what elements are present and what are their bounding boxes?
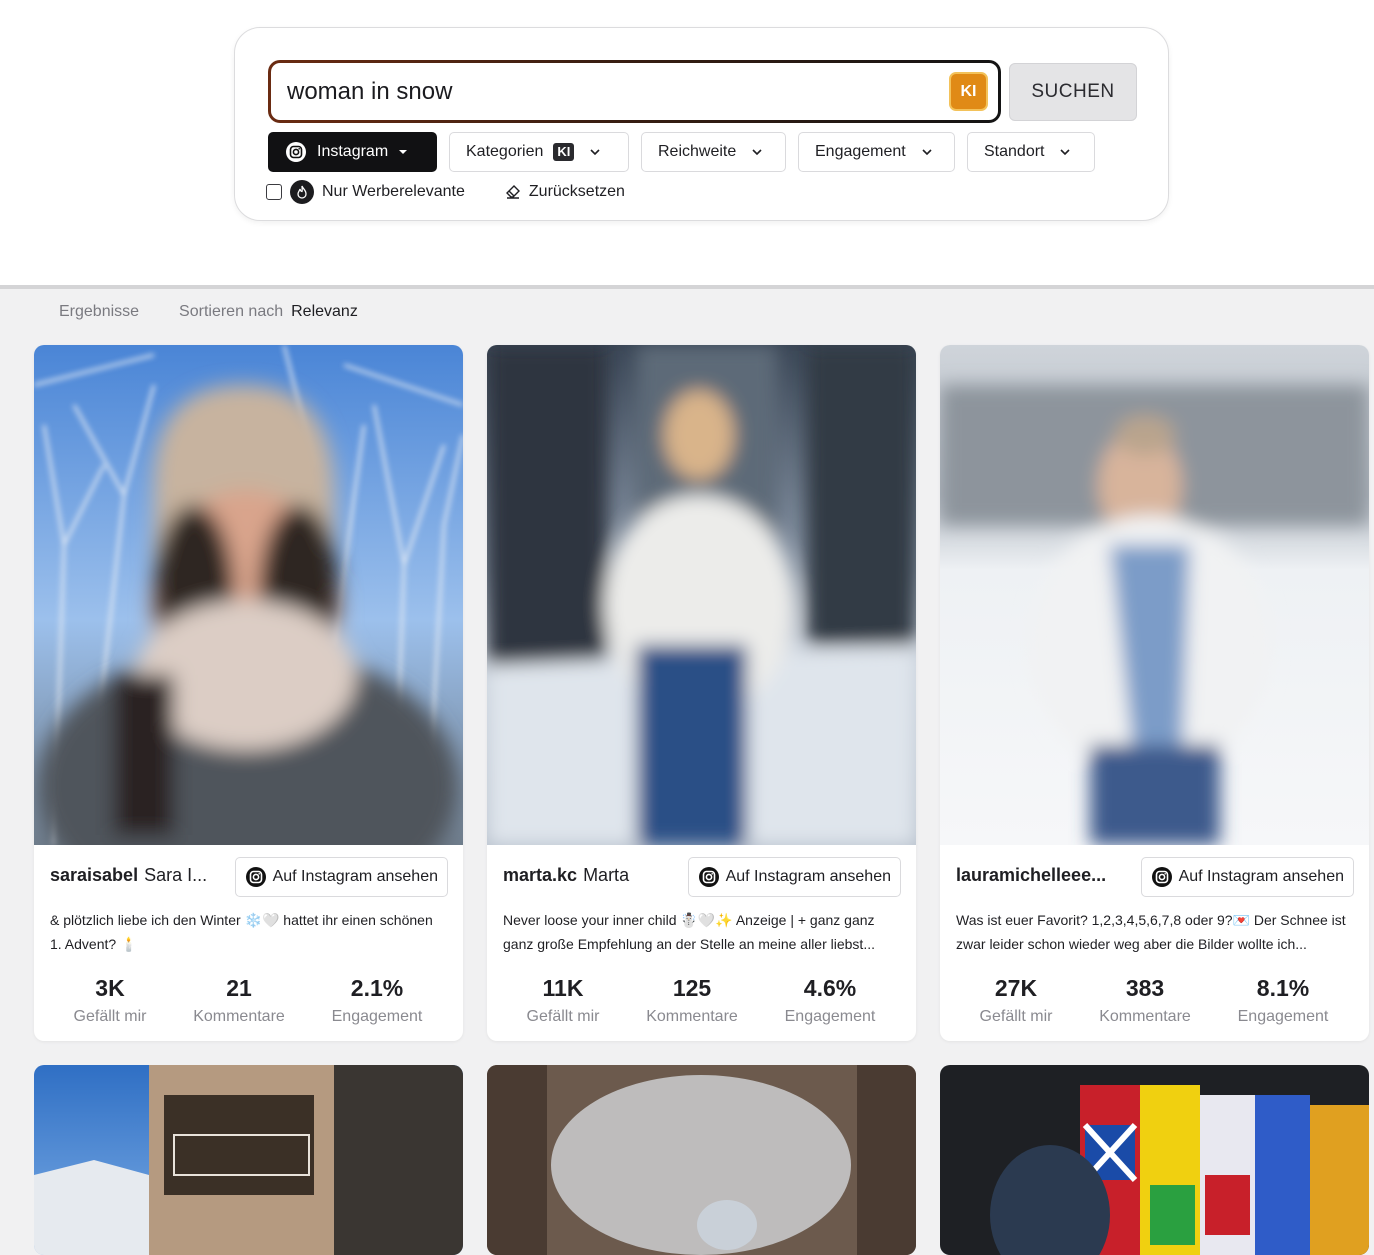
section-divider [0,285,1374,289]
view-on-instagram-button[interactable]: Auf Instagram ansehen [687,857,901,897]
only-relevant-label[interactable]: Nur Werberelevante [322,183,465,201]
filter-label: Standort [984,143,1045,160]
button-label: Auf Instagram ansehen [1178,868,1344,885]
filter-label: Engagement [815,143,906,160]
influencer-card[interactable]: saraisabel Sara I... Auf Instagram ansehe… [34,345,463,1041]
filter-engagement[interactable]: Engagement [798,132,955,172]
post-image[interactable] [487,345,916,845]
results-label: Ergebnisse [59,303,140,320]
post-image[interactable] [940,345,1369,845]
eraser-icon [505,185,520,199]
filter-location[interactable]: Standort [967,132,1095,172]
post-caption: Was ist euer Favorit? 1,2,3,4,5,6,7,8 od… [956,912,1346,952]
filter-label: Kategorien [466,143,544,160]
comments-stat: 125 Kommentare [646,975,738,1025]
chevron-down-icon [922,149,932,156]
search-submit-button[interactable]: SUCHEN [1009,63,1137,121]
chevron-down-icon [590,149,600,156]
options-row: Nur Werberelevante Zurücksetzen [266,180,625,204]
post-image[interactable] [487,1065,916,1255]
real-name: Sara I... [144,865,208,885]
instagram-icon [1151,867,1172,887]
sort-value[interactable]: Relevanz [291,303,358,320]
post-caption: & plötzlich liebe ich den Winter ❄️🤍 hat… [50,912,433,952]
chevron-down-icon [1060,149,1071,156]
influencer-card[interactable]: lauramichelleee... Auf Instagram ansehen… [940,345,1369,1041]
user-line: saraisabel Sara I... [50,865,220,886]
filter-reach[interactable]: Reichweite [641,132,786,172]
instagram-icon [285,141,307,163]
post-caption: Never loose your inner child ☃️🤍✨ Anzeig… [503,912,875,952]
chevron-down-icon [752,149,762,156]
view-on-instagram-button[interactable]: Auf Instagram ansehen [234,857,448,897]
stats-row: 27K Gefällt mir 383 Kommentare 8.1% Engagem… [940,975,1369,1026]
filter-label: Instagram [317,143,389,160]
post-image[interactable] [34,345,463,845]
comments-stat: 21 Kommentare [193,975,285,1025]
flame-icon [290,180,314,204]
likes-stat: 3K Gefällt mir [73,975,147,1025]
username[interactable]: saraisabel [50,865,138,885]
post-image[interactable] [34,1065,463,1255]
reset-button[interactable]: Zurücksetzen [505,183,625,201]
ki-icon: KI [553,143,575,161]
reset-label: Zurücksetzen [528,183,625,200]
engagement-stat: 4.6% Engagement [784,975,876,1025]
username[interactable]: marta.kc [503,865,577,885]
filter-categories[interactable]: Kategorien KI [449,132,629,172]
user-line: marta.kc Marta [503,865,673,886]
likes-stat: 11K Gefällt mir [526,975,600,1025]
button-label: Auf Instagram ansehen [272,868,438,885]
username[interactable]: lauramichelleee... [956,865,1106,885]
stats-row: 11K Gefällt mir 125 Kommentare 4.6% Engagem… [487,975,916,1026]
caret-down-icon [399,150,408,154]
view-on-instagram-button[interactable]: Auf Instagram ansehen [1140,857,1354,897]
comments-stat: 383 Kommentare [1099,975,1191,1025]
search-box: KI [268,60,1001,123]
sort-control[interactable]: Sortieren nach Relevanz [179,303,358,321]
real-name: Marta [583,865,630,885]
instagram-icon [245,867,266,887]
filter-platform-instagram[interactable]: Instagram [268,132,437,172]
ki-toggle-button[interactable]: KI [949,72,988,111]
stats-row: 3K Gefällt mir 21 Kommentare 2.1% Engagemen… [34,975,463,1026]
filter-label: Reichweite [658,143,737,160]
only-relevant-checkbox[interactable] [266,184,282,200]
search-input[interactable] [287,63,927,120]
results-bar: Ergebnisse Sortieren nach Relevanz [59,303,358,321]
post-image[interactable] [940,1065,1369,1255]
button-label: Auf Instagram ansehen [725,868,891,885]
likes-stat: 27K Gefällt mir [979,975,1053,1025]
sort-label: Sortieren nach [179,303,284,320]
user-line: lauramichelleee... [956,865,1126,886]
engagement-stat: 2.1% Engagement [331,975,423,1025]
engagement-stat: 8.1% Engagement [1237,975,1329,1025]
influencer-card[interactable]: marta.kc Marta Auf Instagram ansehen Neve… [487,345,916,1041]
instagram-icon [698,867,719,887]
